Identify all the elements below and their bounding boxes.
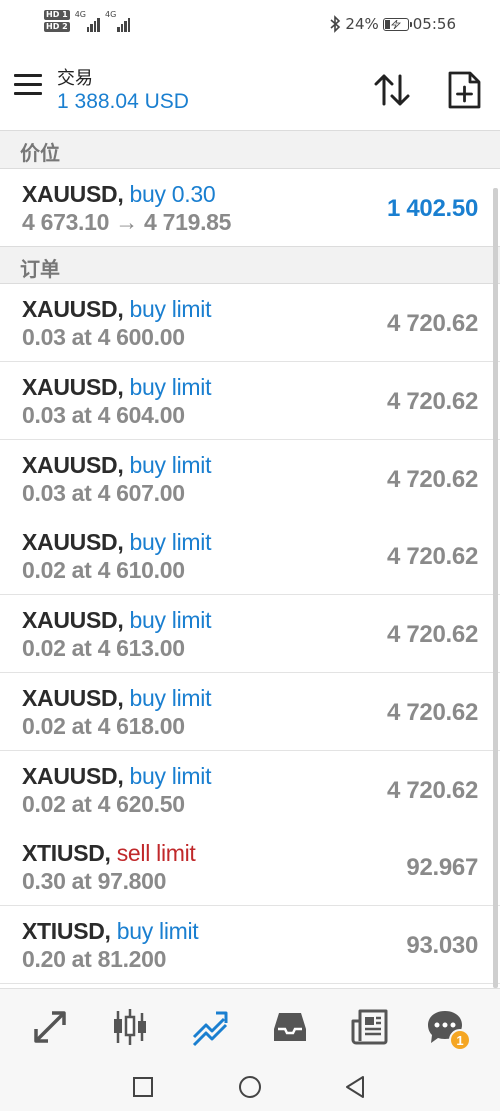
- sim1-hd-indicator: HD 1: [44, 10, 70, 20]
- home-icon[interactable]: [237, 1074, 263, 1100]
- bottom-tab-bar: 1: [0, 988, 500, 1064]
- scrollbar[interactable]: [493, 188, 498, 988]
- order-current-price: 4 720.62: [386, 621, 478, 648]
- order-row[interactable]: XTIUSD, sell limit 0.30 at 97.800 92.967: [0, 828, 500, 907]
- section-header-orders: 订单: [0, 246, 500, 284]
- system-nav-bar: [0, 1064, 500, 1111]
- position-profit: 1 402.50: [386, 195, 478, 222]
- order-side: buy limit: [129, 296, 212, 322]
- order-row[interactable]: XTIUSD, buy limit 0.20 at 81.200 93.030: [0, 906, 500, 984]
- order-symbol: XAUUSD,: [22, 762, 124, 789]
- order-side: buy limit: [129, 762, 212, 789]
- chart-icon[interactable]: [110, 1007, 150, 1047]
- order-volume-price: 0.03 at 4 604.00: [22, 401, 185, 428]
- order-row[interactable]: XAUUSD, buy limit 0.02 at 4 620.50 4 720.6…: [0, 750, 500, 829]
- new-order-icon[interactable]: [446, 70, 482, 110]
- order-symbol: XAUUSD,: [22, 684, 124, 711]
- order-side: buy limit: [129, 451, 212, 478]
- back-icon[interactable]: [342, 1074, 368, 1100]
- network-type-label: 4G: [104, 10, 117, 19]
- battery-icon: [382, 17, 412, 31]
- order-current-price: 4 720.62: [386, 543, 478, 571]
- order-symbol: XAUUSD,: [22, 607, 124, 633]
- order-volume-price: 0.20 at 81.200: [22, 946, 167, 972]
- network-type-label: 4G: [74, 10, 86, 19]
- quotes-icon[interactable]: [30, 1007, 70, 1047]
- position-side: buy 0.30: [129, 181, 216, 207]
- order-current-price: 4 720.62: [386, 698, 478, 726]
- position-symbol: XAUUSD,: [22, 181, 124, 207]
- battery-percent: 24%: [345, 15, 379, 33]
- order-symbol: XTIUSD,: [22, 840, 111, 867]
- sim2-signal-icon: 4G: [104, 10, 131, 32]
- app-bar: 交易 1 388.04 USD: [0, 50, 500, 130]
- status-left: HD 1 HD 2 4G 4G: [44, 10, 131, 32]
- order-current-price: 4 720.62: [386, 465, 478, 493]
- order-volume-price: 0.30 at 97.800: [22, 868, 167, 895]
- clock: 05:56: [412, 15, 456, 33]
- order-row[interactable]: XAUUSD, buy limit 0.03 at 4 604.00 4 720.6…: [0, 361, 500, 440]
- order-side: buy limit: [116, 918, 199, 944]
- order-side: sell limit: [116, 840, 196, 867]
- order-symbol: XAUUSD,: [22, 529, 124, 556]
- section-title: 价位: [20, 143, 60, 165]
- page-title: 交易: [57, 68, 93, 88]
- section-header-prices: 价位: [0, 130, 500, 169]
- order-current-price: 4 720.62: [386, 310, 478, 337]
- recents-icon[interactable]: [130, 1074, 156, 1100]
- trade-icon[interactable]: [190, 1007, 230, 1047]
- menu-icon[interactable]: [14, 74, 42, 104]
- order-row[interactable]: XAUUSD, buy limit 0.02 at 4 610.00 4 720.6…: [0, 517, 500, 596]
- order-side: buy limit: [129, 607, 212, 633]
- order-volume-price: 0.02 at 4 610.00: [22, 557, 185, 584]
- order-row[interactable]: XAUUSD, buy limit 0.03 at 4 607.00 4 720.6…: [0, 439, 500, 518]
- order-volume-price: 0.02 at 4 618.00: [22, 712, 185, 739]
- order-current-price: 92.967: [406, 854, 478, 882]
- order-side: buy limit: [129, 373, 212, 400]
- order-current-price: 4 720.62: [386, 387, 478, 415]
- status-right: 24% 05:56: [329, 15, 456, 33]
- sort-icon[interactable]: [372, 70, 412, 110]
- chat-tab[interactable]: 1: [425, 1007, 471, 1051]
- news-icon[interactable]: [350, 1007, 390, 1047]
- order-current-price: 93.030: [406, 932, 478, 959]
- position-row[interactable]: XAUUSD, buy 0.30 4 673.10 → 4 719.85 1 4…: [0, 169, 500, 247]
- section-title: 订单: [20, 259, 60, 281]
- order-row[interactable]: XAUUSD, buy limit 0.03 at 4 600.00 4 720.6…: [0, 284, 500, 362]
- order-symbol: XAUUSD,: [22, 373, 124, 400]
- order-volume-price: 0.03 at 4 600.00: [22, 324, 185, 350]
- order-symbol: XAUUSD,: [22, 296, 124, 322]
- order-current-price: 4 720.62: [386, 776, 478, 804]
- bluetooth-icon: [330, 15, 341, 33]
- order-symbol: XAUUSD,: [22, 451, 124, 478]
- order-volume-price: 0.02 at 4 613.00: [22, 635, 185, 661]
- order-volume-price: 0.03 at 4 607.00: [22, 479, 185, 506]
- position-prices: 4 673.10 → 4 719.85: [22, 209, 232, 235]
- history-icon[interactable]: [270, 1007, 310, 1047]
- order-row[interactable]: XAUUSD, buy limit 0.02 at 4 613.00 4 720.6…: [0, 595, 500, 673]
- sim1-signal-icon: 4G: [75, 10, 100, 32]
- order-row[interactable]: XAUUSD, buy limit 0.02 at 4 618.00 4 720.6…: [0, 672, 500, 751]
- order-side: buy limit: [129, 684, 212, 711]
- sim2-hd-indicator: HD 2: [44, 22, 70, 32]
- status-bar: HD 1 HD 2 4G 4G 24% 05:56: [0, 0, 500, 50]
- order-side: buy limit: [129, 529, 212, 556]
- order-volume-price: 0.02 at 4 620.50: [22, 790, 185, 817]
- chat-badge: 1: [449, 1029, 471, 1051]
- order-symbol: XTIUSD,: [22, 918, 111, 944]
- account-balance: 1 388.04 USD: [57, 90, 189, 113]
